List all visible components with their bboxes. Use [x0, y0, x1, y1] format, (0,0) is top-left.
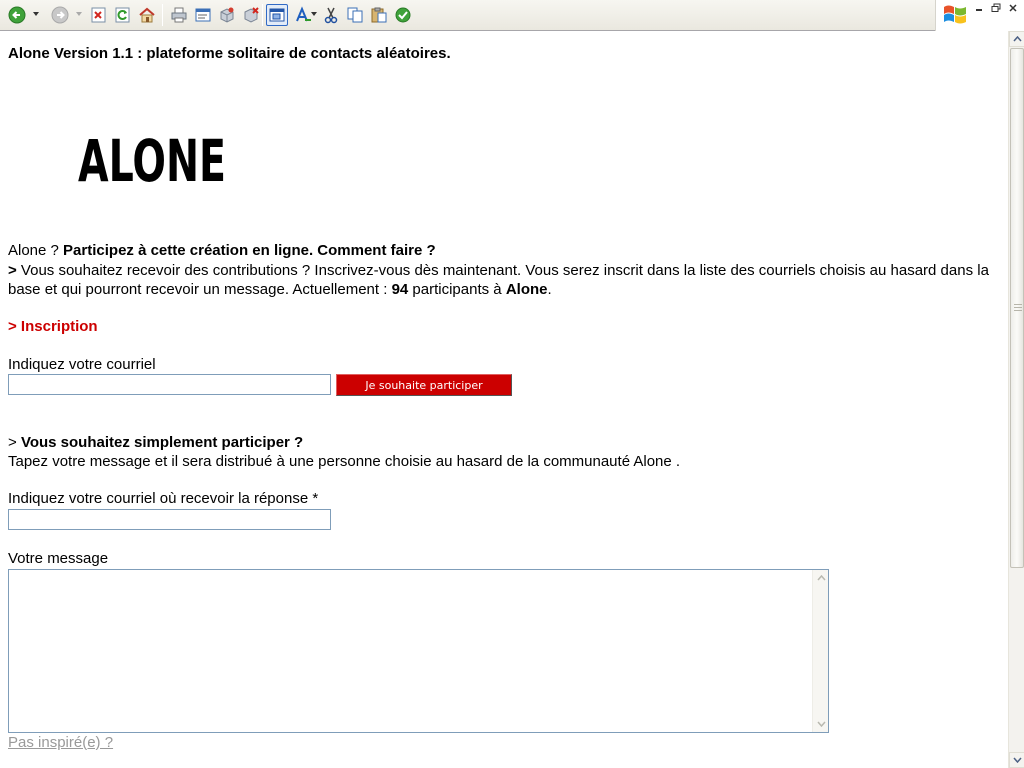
copy-icon	[347, 7, 363, 23]
participant-count: 94	[391, 281, 409, 298]
package-button[interactable]	[217, 5, 237, 25]
paste-button[interactable]	[369, 5, 389, 25]
refresh-icon	[115, 7, 130, 23]
para-end: .	[547, 281, 552, 298]
svg-text:ALONE: ALONE	[78, 129, 226, 189]
chevron-down-icon	[76, 12, 82, 16]
forward-button[interactable]	[50, 5, 70, 25]
copy-button[interactable]	[345, 5, 365, 25]
stop-button[interactable]	[89, 5, 109, 25]
scroll-up-button[interactable]	[1009, 31, 1024, 47]
inscription-heading: > Inscription	[8, 318, 98, 335]
go-icon	[395, 7, 411, 23]
minimize-button[interactable]	[973, 3, 985, 13]
home-icon	[139, 7, 155, 23]
message-textarea[interactable]	[8, 569, 829, 733]
paste-icon	[371, 7, 387, 23]
participate-button[interactable]: Je souhaite participer	[336, 374, 512, 396]
scroll-down-button[interactable]	[1009, 752, 1024, 768]
minimize-icon	[976, 9, 982, 11]
go-button[interactable]	[393, 5, 413, 25]
browser-toolbar	[0, 0, 1024, 31]
chevron-up-icon	[1012, 36, 1022, 42]
refresh-button[interactable]	[113, 5, 133, 25]
textarea-scroll-down[interactable]	[813, 716, 829, 732]
message-label: Votre message	[8, 550, 109, 567]
page-scrollbar[interactable]	[1008, 31, 1024, 768]
intro-bold: Participez à cette création en ligne. Co…	[63, 242, 436, 259]
edit-button[interactable]	[193, 5, 213, 25]
simple-participate-heading: > Vous souhaitez simplement participer ?	[8, 434, 303, 451]
forward-dropdown[interactable]	[75, 10, 83, 18]
close-icon	[1009, 4, 1017, 12]
alone-logo: ALONE	[78, 129, 226, 189]
email-label: Indiquez votre courriel	[8, 356, 156, 373]
print-button[interactable]	[169, 5, 189, 25]
close-button[interactable]	[1007, 3, 1019, 13]
chevron-down-icon	[1012, 757, 1022, 763]
scroll-thumb[interactable]	[1010, 48, 1024, 568]
edit-page-icon	[195, 8, 211, 22]
forward-arrow-icon	[51, 6, 69, 24]
para-brand: Alone	[505, 281, 548, 298]
intro-prefix: Alone ?	[8, 242, 64, 259]
windows-logo-icon	[944, 5, 966, 24]
cut-button[interactable]	[321, 5, 341, 25]
email-field[interactable]	[8, 374, 331, 395]
para-marker: >	[8, 262, 17, 279]
back-button[interactable]	[7, 5, 27, 25]
reply-email-label: Indiquez votre courriel où recevoir la r…	[8, 490, 319, 507]
page-content: Alone Version 1.1 : plateforme solitaire…	[0, 31, 1008, 768]
back-arrow-icon	[8, 6, 26, 24]
chevron-up-icon	[816, 575, 826, 581]
chevron-down-icon	[311, 12, 317, 16]
chevron-down-icon	[816, 721, 826, 727]
restore-button[interactable]	[990, 3, 1002, 13]
simple-bold: Vous souhaitez simplement participer ?	[20, 434, 304, 451]
window-controls-area	[935, 0, 1024, 31]
simple-participate-description: Tapez votre message et il sera distribué…	[8, 453, 681, 470]
page-title: Alone Version 1.1 : plateforme solitaire…	[8, 45, 451, 62]
new-window-icon	[269, 8, 285, 22]
textarea-scroll-up[interactable]	[813, 570, 829, 586]
package-delete-button[interactable]	[241, 5, 261, 25]
restore-icon	[991, 3, 1001, 12]
subscribe-paragraph: > Vous souhaitez recevoir des contributi…	[8, 261, 998, 299]
home-button[interactable]	[137, 5, 157, 25]
not-inspired-link[interactable]: Pas inspiré(e) ?	[8, 734, 113, 751]
package-icon	[220, 7, 234, 23]
scissors-icon	[324, 7, 338, 24]
simple-prefix: >	[8, 434, 21, 451]
back-dropdown[interactable]	[32, 10, 40, 18]
reply-email-field[interactable]	[8, 509, 331, 530]
intro-line: Alone ? Participez à cette création en l…	[8, 242, 436, 259]
package-delete-icon	[244, 7, 259, 23]
font-size-dropdown[interactable]	[310, 10, 318, 18]
textarea-scrollbar[interactable]	[812, 570, 828, 732]
printer-icon	[171, 7, 187, 23]
stop-icon	[91, 7, 106, 23]
para-text-2: participants à	[408, 281, 506, 298]
new-window-button[interactable]	[266, 4, 288, 26]
chevron-down-icon	[33, 12, 39, 16]
